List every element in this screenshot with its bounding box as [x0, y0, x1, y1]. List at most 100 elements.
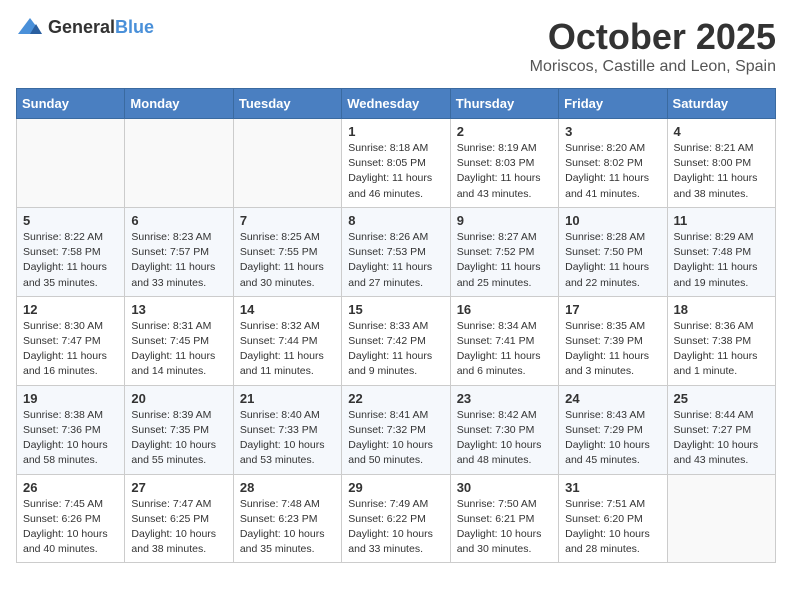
calendar-cell: 14 Sunrise: 8:32 AM Sunset: 7:44 PM Dayli…: [233, 296, 341, 385]
day-number: 2: [457, 124, 552, 139]
weekday-header-wednesday: Wednesday: [342, 89, 450, 119]
weekday-header-friday: Friday: [559, 89, 667, 119]
weekday-header-saturday: Saturday: [667, 89, 775, 119]
calendar-cell: 9Sunrise: 8:27 AM Sunset: 7:52 PM Daylig…: [450, 207, 558, 296]
day-info: Sunrise: 8:26 AM Sunset: 7:53 PM Dayligh…: [348, 230, 443, 291]
day-info: Sunrise: 8:35 AM Sunset: 7:39 PM Dayligh…: [565, 319, 660, 380]
calendar-cell: 5 Sunrise: 8:22 AM Sunset: 7:58 PM Daylig…: [17, 207, 125, 296]
calendar-cell: 27 Sunrise: 7:47 AM Sunset: 6:25 PM Dayli…: [125, 474, 233, 563]
day-info: Sunrise: 7:48 AM Sunset: 6:23 PM Dayligh…: [240, 497, 335, 558]
day-info: Sunrise: 8:40 AM Sunset: 7:33 PM Dayligh…: [240, 408, 335, 469]
day-number: 14: [240, 302, 335, 317]
day-info: Sunrise: 8:29 AM Sunset: 7:48 PM Dayligh…: [674, 230, 769, 291]
day-info: Sunrise: 8:41 AM Sunset: 7:32 PM Dayligh…: [348, 408, 443, 469]
day-number: 23: [457, 391, 552, 406]
calendar-cell: 13Sunrise: 8:31 AM Sunset: 7:45 PM Dayli…: [125, 296, 233, 385]
calendar-cell: 12 Sunrise: 8:30 AM Sunset: 7:47 PM Dayli…: [17, 296, 125, 385]
calendar-cell: 11 Sunrise: 8:29 AM Sunset: 7:48 PM Dayli…: [667, 207, 775, 296]
day-info: Sunrise: 8:32 AM Sunset: 7:44 PM Dayligh…: [240, 319, 335, 380]
logo-icon: [16, 16, 44, 38]
logo: GeneralBlue: [16, 16, 154, 38]
calendar-week-row: 12 Sunrise: 8:30 AM Sunset: 7:47 PM Dayli…: [17, 296, 776, 385]
calendar-cell: [233, 119, 341, 208]
calendar-cell: 8 Sunrise: 8:26 AM Sunset: 7:53 PM Daylig…: [342, 207, 450, 296]
day-number: 17: [565, 302, 660, 317]
calendar-cell: 18 Sunrise: 8:36 AM Sunset: 7:38 PM Dayli…: [667, 296, 775, 385]
calendar-cell: [17, 119, 125, 208]
location-title: Moriscos, Castille and Leon, Spain: [530, 58, 776, 76]
day-number: 15: [348, 302, 443, 317]
day-number: 3: [565, 124, 660, 139]
calendar-cell: 31Sunrise: 7:51 AM Sunset: 6:20 PM Dayli…: [559, 474, 667, 563]
day-info: Sunrise: 8:34 AM Sunset: 7:41 PM Dayligh…: [457, 319, 552, 380]
calendar-cell: [125, 119, 233, 208]
month-title: October 2025: [530, 16, 776, 58]
calendar-cell: 17 Sunrise: 8:35 AM Sunset: 7:39 PM Dayli…: [559, 296, 667, 385]
calendar-cell: 29 Sunrise: 7:49 AM Sunset: 6:22 PM Dayli…: [342, 474, 450, 563]
calendar-cell: 26Sunrise: 7:45 AM Sunset: 6:26 PM Dayli…: [17, 474, 125, 563]
calendar-week-row: 26Sunrise: 7:45 AM Sunset: 6:26 PM Dayli…: [17, 474, 776, 563]
day-info: Sunrise: 8:43 AM Sunset: 7:29 PM Dayligh…: [565, 408, 660, 469]
calendar-cell: 15 Sunrise: 8:33 AM Sunset: 7:42 PM Dayli…: [342, 296, 450, 385]
day-number: 19: [23, 391, 118, 406]
day-info: Sunrise: 7:49 AM Sunset: 6:22 PM Dayligh…: [348, 497, 443, 558]
day-number: 16: [457, 302, 552, 317]
logo-text-general: General: [48, 17, 115, 37]
day-number: 20: [131, 391, 226, 406]
day-info: Sunrise: 8:36 AM Sunset: 7:38 PM Dayligh…: [674, 319, 769, 380]
day-info: Sunrise: 8:18 AM Sunset: 8:05 PM Dayligh…: [348, 141, 443, 202]
day-number: 12: [23, 302, 118, 317]
day-info: Sunrise: 8:30 AM Sunset: 7:47 PM Dayligh…: [23, 319, 118, 380]
calendar-cell: 23 Sunrise: 8:42 AM Sunset: 7:30 PM Dayli…: [450, 385, 558, 474]
day-info: Sunrise: 8:31 AM Sunset: 7:45 PM Dayligh…: [131, 319, 226, 380]
weekday-header-thursday: Thursday: [450, 89, 558, 119]
day-info: Sunrise: 8:19 AM Sunset: 8:03 PM Dayligh…: [457, 141, 552, 202]
day-info: Sunrise: 8:23 AM Sunset: 7:57 PM Dayligh…: [131, 230, 226, 291]
day-number: 4: [674, 124, 769, 139]
day-number: 5: [23, 213, 118, 228]
day-info: Sunrise: 8:22 AM Sunset: 7:58 PM Dayligh…: [23, 230, 118, 291]
day-info: Sunrise: 7:50 AM Sunset: 6:21 PM Dayligh…: [457, 497, 552, 558]
day-info: Sunrise: 7:47 AM Sunset: 6:25 PM Dayligh…: [131, 497, 226, 558]
calendar-cell: 20Sunrise: 8:39 AM Sunset: 7:35 PM Dayli…: [125, 385, 233, 474]
calendar-cell: 24Sunrise: 8:43 AM Sunset: 7:29 PM Dayli…: [559, 385, 667, 474]
day-number: 8: [348, 213, 443, 228]
day-info: Sunrise: 7:45 AM Sunset: 6:26 PM Dayligh…: [23, 497, 118, 558]
calendar-cell: 4Sunrise: 8:21 AM Sunset: 8:00 PM Daylig…: [667, 119, 775, 208]
day-number: 1: [348, 124, 443, 139]
day-info: Sunrise: 8:20 AM Sunset: 8:02 PM Dayligh…: [565, 141, 660, 202]
day-number: 27: [131, 480, 226, 495]
day-number: 18: [674, 302, 769, 317]
calendar-table: SundayMondayTuesdayWednesdayThursdayFrid…: [16, 88, 776, 563]
calendar-cell: 1 Sunrise: 8:18 AM Sunset: 8:05 PM Daylig…: [342, 119, 450, 208]
weekday-header-tuesday: Tuesday: [233, 89, 341, 119]
day-number: 10: [565, 213, 660, 228]
calendar-week-row: 5 Sunrise: 8:22 AM Sunset: 7:58 PM Daylig…: [17, 207, 776, 296]
day-number: 29: [348, 480, 443, 495]
day-number: 31: [565, 480, 660, 495]
calendar-cell: 25Sunrise: 8:44 AM Sunset: 7:27 PM Dayli…: [667, 385, 775, 474]
calendar-cell: 10Sunrise: 8:28 AM Sunset: 7:50 PM Dayli…: [559, 207, 667, 296]
day-number: 7: [240, 213, 335, 228]
calendar-cell: 7Sunrise: 8:25 AM Sunset: 7:55 PM Daylig…: [233, 207, 341, 296]
day-number: 25: [674, 391, 769, 406]
logo-text-blue: Blue: [115, 17, 154, 37]
title-area: October 2025 Moriscos, Castille and Leon…: [530, 16, 776, 76]
calendar-cell: 2 Sunrise: 8:19 AM Sunset: 8:03 PM Daylig…: [450, 119, 558, 208]
day-number: 11: [674, 213, 769, 228]
calendar-cell: 19Sunrise: 8:38 AM Sunset: 7:36 PM Dayli…: [17, 385, 125, 474]
calendar-cell: 16 Sunrise: 8:34 AM Sunset: 7:41 PM Dayli…: [450, 296, 558, 385]
calendar-week-row: 1 Sunrise: 8:18 AM Sunset: 8:05 PM Daylig…: [17, 119, 776, 208]
calendar-week-row: 19Sunrise: 8:38 AM Sunset: 7:36 PM Dayli…: [17, 385, 776, 474]
day-number: 28: [240, 480, 335, 495]
weekday-header-row: SundayMondayTuesdayWednesdayThursdayFrid…: [17, 89, 776, 119]
calendar-cell: 22 Sunrise: 8:41 AM Sunset: 7:32 PM Dayli…: [342, 385, 450, 474]
day-number: 22: [348, 391, 443, 406]
weekday-header-sunday: Sunday: [17, 89, 125, 119]
day-info: Sunrise: 8:33 AM Sunset: 7:42 PM Dayligh…: [348, 319, 443, 380]
day-number: 9: [457, 213, 552, 228]
day-info: Sunrise: 8:42 AM Sunset: 7:30 PM Dayligh…: [457, 408, 552, 469]
calendar-cell: 6Sunrise: 8:23 AM Sunset: 7:57 PM Daylig…: [125, 207, 233, 296]
weekday-header-monday: Monday: [125, 89, 233, 119]
day-number: 21: [240, 391, 335, 406]
